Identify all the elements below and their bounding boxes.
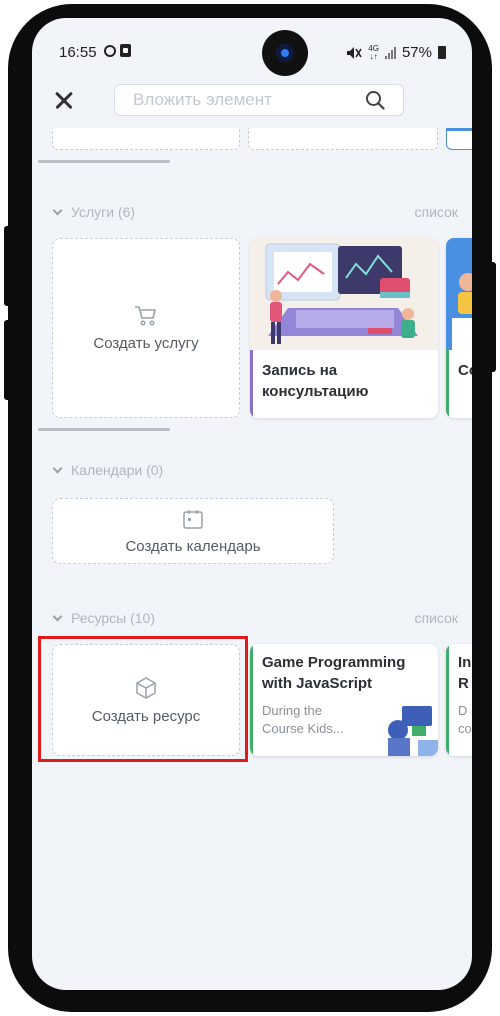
- resources-toggle[interactable]: Ресурсы (10): [52, 610, 155, 626]
- chevron-down-icon: [52, 205, 63, 215]
- resources-title: Ресурсы (10): [71, 610, 155, 626]
- status-left-icons: [104, 44, 131, 57]
- search-notification-icon: [104, 44, 116, 57]
- signal-icon: [384, 46, 396, 59]
- previous-create-card[interactable]: [52, 128, 240, 150]
- resource-card-partial-title: In R: [458, 654, 472, 692]
- network-4g-icon: 4G ↓↑: [368, 43, 379, 61]
- chevron-down-icon: [52, 611, 63, 621]
- battery-icon: [438, 46, 446, 59]
- search-icon[interactable]: [365, 90, 385, 110]
- services-toggle[interactable]: Услуги (6): [52, 204, 136, 220]
- resources-list-link[interactable]: список: [415, 610, 458, 626]
- services-list-link[interactable]: список: [415, 204, 458, 220]
- services-section-header: Услуги (6) список: [52, 204, 458, 226]
- service-card[interactable]: Запись на консультацию: [250, 238, 438, 418]
- front-camera: [262, 30, 308, 76]
- service-card-image: [250, 238, 438, 350]
- service-card-partial[interactable]: Co: [446, 238, 472, 418]
- phone-volume-button: [4, 226, 12, 306]
- status-time: 16:55: [59, 44, 97, 61]
- content: Услуги (6) список Создать услугу Запись …: [32, 128, 472, 990]
- service-card-title: Запись на консультацию: [262, 362, 369, 400]
- status-right: 4G ↓↑ 57%: [346, 44, 446, 61]
- service-card-partial-image: [446, 238, 472, 350]
- phone-side-button: [4, 320, 12, 400]
- service-card-partial-accent: [446, 350, 449, 418]
- app-notification-icon: [120, 44, 131, 57]
- resource-card-partial[interactable]: In R D co: [446, 644, 472, 756]
- calendars-title: Календари (0): [71, 462, 164, 478]
- resource-card-title: Game Programming with JavaScript: [262, 654, 406, 692]
- services-title: Услуги (6): [71, 204, 136, 220]
- calendar-icon: [183, 509, 203, 529]
- top-bar: [32, 82, 472, 128]
- create-calendar-card[interactable]: Создать календарь: [52, 498, 334, 564]
- calendars-section-header: Календари (0): [52, 462, 458, 484]
- resource-card-partial-accent: [446, 644, 449, 756]
- resource-card-partial-description: D co: [458, 703, 472, 736]
- search-box[interactable]: [114, 84, 404, 116]
- services-divider: [38, 428, 170, 431]
- create-service-card[interactable]: Создать услугу: [52, 238, 240, 418]
- resource-card[interactable]: Game Programming with JavaScript During …: [250, 644, 438, 756]
- close-button[interactable]: [50, 86, 78, 114]
- battery-percent: 57%: [401, 44, 432, 61]
- resource-card-description: During the Course Kids...: [262, 703, 344, 736]
- scroll-divider: [38, 160, 170, 163]
- create-calendar-label: Создать календарь: [125, 537, 261, 555]
- previous-item-card-partial[interactable]: [446, 128, 472, 150]
- service-card-partial-title: Co: [458, 362, 472, 379]
- status-bar: 16:55 4G ↓↑ 57%: [32, 18, 472, 82]
- cart-icon: [135, 305, 156, 326]
- phone-power-button: [488, 262, 496, 372]
- highlight-box: [38, 636, 248, 762]
- chevron-down-icon: [52, 463, 63, 473]
- search-input[interactable]: [133, 85, 353, 115]
- resources-section-header: Ресурсы (10) список: [52, 610, 458, 632]
- service-card-accent: [250, 350, 253, 418]
- screen: 16:55 4G ↓↑ 57% Вложить элемент Услуги (…: [32, 18, 472, 990]
- resource-card-image: [388, 706, 438, 756]
- resource-card-accent: [250, 644, 253, 756]
- mute-icon: [347, 46, 362, 59]
- calendars-toggle[interactable]: Календари (0): [52, 462, 164, 478]
- create-service-label: Создать услугу: [93, 334, 199, 352]
- previous-item-card[interactable]: [248, 128, 438, 150]
